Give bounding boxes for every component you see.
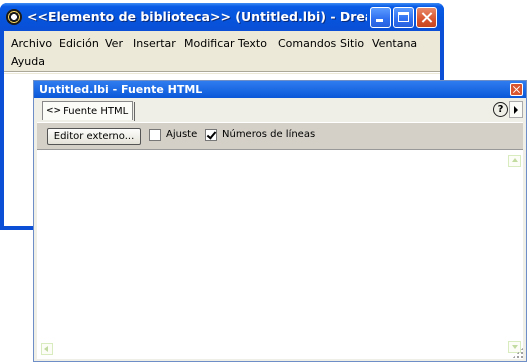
line-numbers-label: Números de líneas — [222, 129, 316, 140]
source-close-button[interactable] — [510, 83, 523, 96]
menu-ayuda[interactable]: Ayuda — [10, 55, 46, 68]
menu-ventana[interactable]: Ventana — [371, 37, 418, 50]
wrap-checkbox[interactable] — [149, 129, 161, 141]
menu-archivo[interactable]: Archivo — [10, 37, 53, 50]
source-window-title: Untitled.lbi - Fuente HTML — [39, 83, 203, 96]
wrap-label: Ajuste — [166, 129, 198, 140]
menu-separator — [4, 71, 440, 73]
menu-insertar[interactable]: Insertar — [132, 37, 177, 50]
source-toolbar: Editor externo... Ajuste Números de líne… — [37, 122, 523, 150]
close-button[interactable] — [416, 7, 437, 28]
panel-tab-bar: <> Fuente HTML ? — [34, 98, 526, 122]
scroll-up-icon[interactable] — [508, 155, 521, 167]
help-icon[interactable]: ? — [493, 102, 508, 117]
maximize-button[interactable] — [393, 7, 414, 28]
external-editor-button[interactable]: Editor externo... — [47, 128, 141, 145]
tab-fuente-html[interactable]: <> Fuente HTML — [42, 101, 136, 121]
menu-texto[interactable]: Texto — [237, 37, 268, 50]
source-title-bar[interactable]: Untitled.lbi - Fuente HTML — [34, 81, 526, 98]
menu-comandos[interactable]: Comandos — [277, 37, 337, 50]
html-source-window: Untitled.lbi - Fuente HTML <> Fuente HTM… — [33, 80, 527, 362]
menu-sitio[interactable]: Sitio — [339, 37, 365, 50]
main-window-title: <<Elemento de biblioteca>> (Untitled.lbi… — [27, 9, 367, 24]
options-menu-arrow-icon[interactable] — [509, 101, 523, 118]
menu-modificar[interactable]: Modificar — [183, 37, 236, 50]
line-numbers-checkbox[interactable] — [205, 129, 217, 141]
tab-label: Fuente HTML — [63, 105, 129, 117]
dreamweaver-app-icon[interactable] — [6, 9, 22, 25]
resize-grip-icon[interactable] — [512, 347, 524, 359]
menu-ver[interactable]: Ver — [104, 37, 124, 50]
scroll-left-icon[interactable] — [41, 343, 53, 355]
main-title-bar[interactable]: <<Elemento de biblioteca>> (Untitled.lbi… — [0, 3, 444, 31]
code-brackets-icon: <> — [46, 106, 62, 116]
code-editor-area[interactable] — [37, 150, 523, 359]
minimize-button[interactable] — [370, 7, 391, 28]
menu-edicion[interactable]: Edición — [58, 37, 100, 50]
menu-bar: Archivo Edición Ver Insertar Modificar T… — [4, 31, 440, 71]
vertical-scrollbar[interactable] — [508, 151, 522, 357]
